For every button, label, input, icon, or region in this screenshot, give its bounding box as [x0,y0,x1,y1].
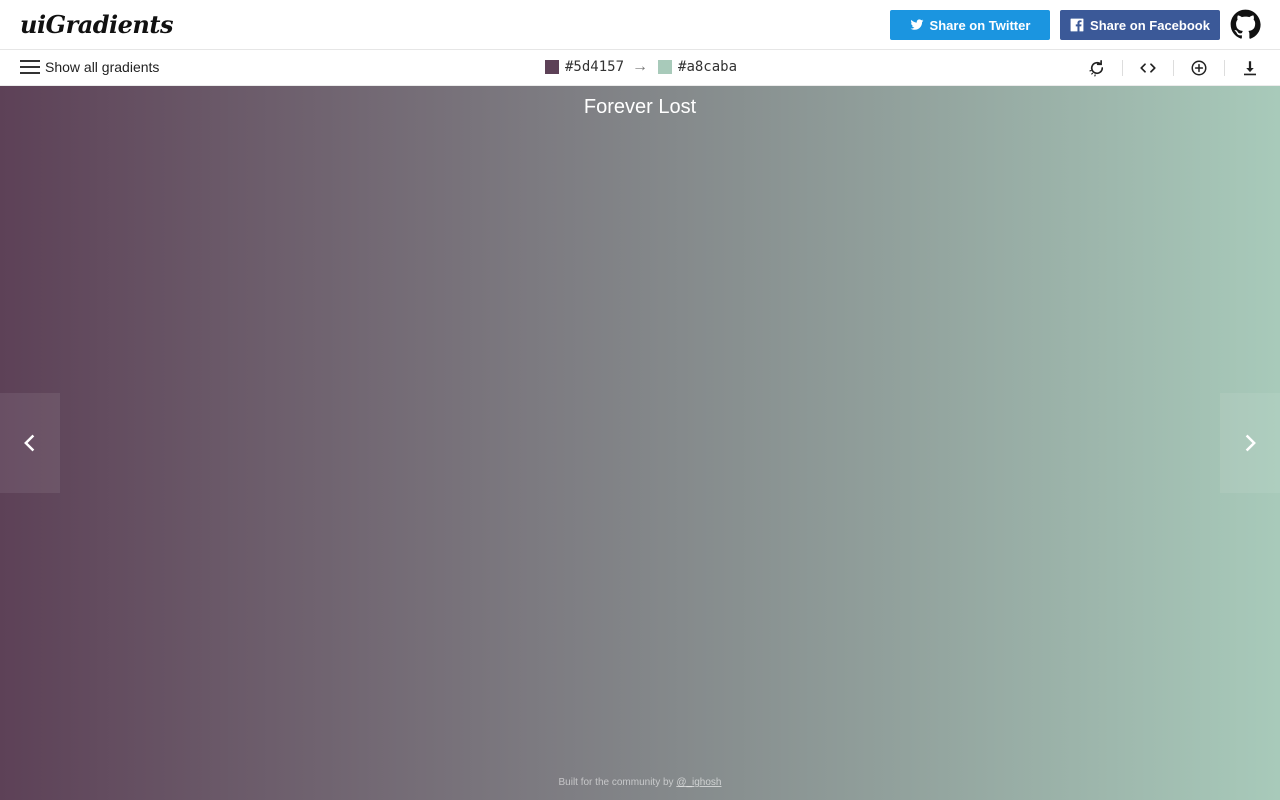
color-stops: #5d4157 → #a8caba [545,57,737,77]
header: uiGradients Share on Twitter Share on Fa… [0,0,1280,50]
facebook-icon [1070,18,1084,32]
color-from-hex[interactable]: #5d4157 [565,59,624,75]
download-icon [1244,61,1256,76]
footer-text: Built for the community by [558,777,677,788]
arrow-right-icon: → [632,58,649,75]
share-twitter-button[interactable]: Share on Twitter [890,10,1050,40]
tool-divider [1224,60,1225,76]
author-link[interactable]: @_ighosh [676,777,721,788]
menu-icon [20,60,40,74]
chevron-right-icon [1245,434,1256,452]
add-gradient-button[interactable] [1189,58,1209,78]
rotate-gradient-button[interactable] [1087,58,1107,78]
github-link[interactable] [1230,9,1261,40]
color-to-hex[interactable]: #a8caba [678,59,737,75]
tool-divider [1173,60,1174,76]
gradient-tools [1087,58,1260,78]
share-facebook-button[interactable]: Share on Facebook [1060,10,1220,40]
chevron-left-icon [24,434,35,452]
download-button[interactable] [1240,58,1260,78]
previous-gradient-button[interactable] [0,393,60,493]
footer: Built for the community by @_ighosh [0,777,1280,788]
toolbar: Show all gradients #5d4157 → #a8caba [0,50,1280,86]
logo[interactable]: uiGradients [20,10,173,39]
tool-divider [1122,60,1123,76]
get-css-button[interactable] [1138,58,1158,78]
github-icon [1230,9,1261,39]
gradient-display: Forever Lost Built for the community by … [0,86,1280,800]
show-all-gradients-button[interactable]: Show all gradients [20,57,159,77]
code-icon [1140,63,1156,73]
color-to-swatch [658,60,673,74]
gradient-name: Forever Lost [583,96,697,118]
share-facebook-label: Share on Facebook [1090,17,1210,33]
rotate-icon [1089,60,1104,77]
add-icon [1191,60,1207,76]
twitter-icon [910,19,923,30]
next-gradient-button[interactable] [1220,393,1280,493]
show-all-gradients-label: Show all gradients [45,59,160,75]
color-from-swatch [545,60,559,74]
share-twitter-label: Share on Twitter [929,17,1031,33]
